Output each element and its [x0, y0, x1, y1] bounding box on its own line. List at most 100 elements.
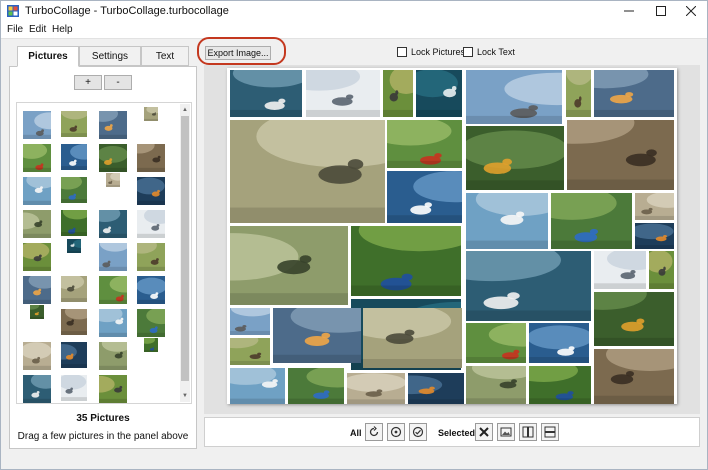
- collage-photo[interactable]: [273, 308, 361, 363]
- picture-thumbnail[interactable]: [53, 173, 87, 203]
- selected-label: Selected: [438, 428, 476, 438]
- picture-thumbnail[interactable]: [67, 239, 89, 265]
- collage-photo[interactable]: [594, 292, 674, 346]
- picture-thumbnail[interactable]: [20, 342, 52, 370]
- collage-photo[interactable]: [383, 70, 413, 117]
- collage-photo[interactable]: [230, 70, 302, 117]
- picture-thumbnail[interactable]: [137, 207, 175, 238]
- picture-thumbnail[interactable]: [83, 375, 127, 403]
- lock-pictures-checkbox[interactable]: Lock Pictures: [397, 47, 465, 57]
- picture-thumbnail[interactable]: [89, 205, 127, 238]
- collage-photo[interactable]: [466, 70, 562, 124]
- split-vertical-button[interactable]: [519, 423, 537, 441]
- shuffle-all-button[interactable]: [409, 423, 427, 441]
- tab-pictures[interactable]: Pictures: [17, 46, 79, 67]
- rotate-all-left-button[interactable]: [365, 423, 383, 441]
- picture-thumbnail[interactable]: [144, 105, 162, 133]
- picture-thumbnail[interactable]: [23, 301, 44, 331]
- picture-thumbnail[interactable]: [136, 276, 167, 304]
- tab-text[interactable]: Text: [141, 46, 189, 66]
- picture-thumbnail[interactable]: [133, 177, 165, 205]
- menu-file[interactable]: File: [7, 24, 23, 35]
- collage-photo[interactable]: [529, 366, 591, 404]
- picture-thumbnail[interactable]: [99, 275, 141, 304]
- collage-photo[interactable]: [230, 226, 348, 305]
- picture-thumbnail[interactable]: [87, 105, 127, 139]
- picture-thumbnail[interactable]: [61, 203, 92, 236]
- picture-thumbnail[interactable]: [23, 171, 58, 205]
- collage-photo[interactable]: [466, 126, 564, 190]
- picture-thumbnail[interactable]: [23, 271, 60, 304]
- scroll-down-icon[interactable]: ▼: [181, 391, 189, 401]
- lock-text-box[interactable]: [463, 47, 473, 57]
- picture-thumbnail[interactable]: [61, 303, 94, 335]
- lock-text-label: Lock Text: [477, 47, 515, 57]
- collage-photo[interactable]: [347, 373, 405, 404]
- remove-picture-button[interactable]: -: [104, 75, 132, 90]
- picture-thumbnail[interactable]: [106, 172, 126, 199]
- scroll-up-icon[interactable]: ▲: [181, 105, 189, 115]
- collage-photo[interactable]: [466, 193, 548, 249]
- collage-photo[interactable]: [635, 223, 674, 249]
- collage-photo[interactable]: [230, 120, 385, 223]
- collage-photo[interactable]: [351, 226, 461, 296]
- center-all-button[interactable]: [387, 423, 405, 441]
- lock-text-checkbox[interactable]: Lock Text: [463, 47, 515, 57]
- maximize-button[interactable]: [647, 1, 675, 21]
- picture-thumbnail[interactable]: [137, 307, 178, 337]
- thumbnail-scrollbar[interactable]: ▲ ▼: [180, 104, 190, 402]
- picture-thumbnail[interactable]: [23, 371, 62, 403]
- collage-photo[interactable]: [230, 368, 285, 404]
- remove-selected-button[interactable]: [475, 423, 493, 441]
- picture-thumbnail[interactable]: [60, 103, 90, 137]
- picture-thumbnail[interactable]: [99, 234, 131, 271]
- picture-thumbnail[interactable]: [18, 242, 51, 271]
- picture-thumbnail[interactable]: [61, 144, 99, 170]
- picture-thumbnail[interactable]: [17, 210, 51, 238]
- collage-photo[interactable]: [594, 251, 646, 289]
- menu-edit[interactable]: Edit: [29, 24, 46, 35]
- collage-photo[interactable]: [363, 308, 462, 368]
- collage-photo[interactable]: [635, 193, 674, 220]
- picture-thumbnail[interactable]: [97, 144, 129, 172]
- picture-thumbnail[interactable]: [57, 373, 87, 401]
- collage-photo[interactable]: [416, 70, 462, 117]
- picture-thumbnail[interactable]: [139, 335, 158, 364]
- picture-thumbnail[interactable]: [126, 236, 165, 271]
- menu-help[interactable]: Help: [52, 24, 73, 35]
- collage-photo[interactable]: [408, 373, 464, 404]
- picture-thumbnail[interactable]: [91, 305, 127, 337]
- collage-photo[interactable]: [567, 120, 674, 190]
- add-picture-button[interactable]: +: [74, 75, 102, 90]
- picture-thumbnail[interactable]: [17, 142, 51, 172]
- scrollbar-thumb[interactable]: [181, 116, 189, 381]
- tab-settings[interactable]: Settings: [79, 46, 141, 66]
- collage-photo[interactable]: [566, 70, 591, 117]
- picture-thumbnail[interactable]: [48, 342, 87, 368]
- collage-photo[interactable]: [387, 120, 462, 168]
- collage-photo[interactable]: [288, 368, 344, 404]
- close-button[interactable]: [677, 1, 705, 21]
- split-horizontal-button[interactable]: [541, 423, 559, 441]
- picture-thumbnail[interactable]: [23, 111, 65, 139]
- collage-photo[interactable]: [649, 251, 674, 289]
- collage-photo[interactable]: [230, 338, 270, 365]
- picture-thumbnail[interactable]: [55, 273, 87, 302]
- lock-pictures-box[interactable]: [397, 47, 407, 57]
- picture-thumbnail[interactable]: [123, 136, 165, 172]
- picture-thumbnail-list[interactable]: ▲ ▼: [16, 102, 192, 404]
- collage-photo[interactable]: [594, 70, 674, 117]
- collage-photo[interactable]: [387, 171, 462, 223]
- collage-photo[interactable]: [466, 366, 526, 404]
- collage-photo[interactable]: [466, 323, 526, 363]
- minimize-button[interactable]: [615, 1, 643, 21]
- replace-image-button[interactable]: [497, 423, 515, 441]
- collage-photo[interactable]: [529, 323, 589, 363]
- collage-photo[interactable]: [594, 349, 674, 404]
- collage-photo[interactable]: [551, 193, 632, 249]
- collage-photo[interactable]: [466, 251, 591, 321]
- collage-canvas[interactable]: [227, 68, 677, 404]
- picture-thumbnail[interactable]: [99, 335, 133, 370]
- collage-photo[interactable]: [306, 70, 380, 117]
- collage-photo[interactable]: [230, 308, 270, 335]
